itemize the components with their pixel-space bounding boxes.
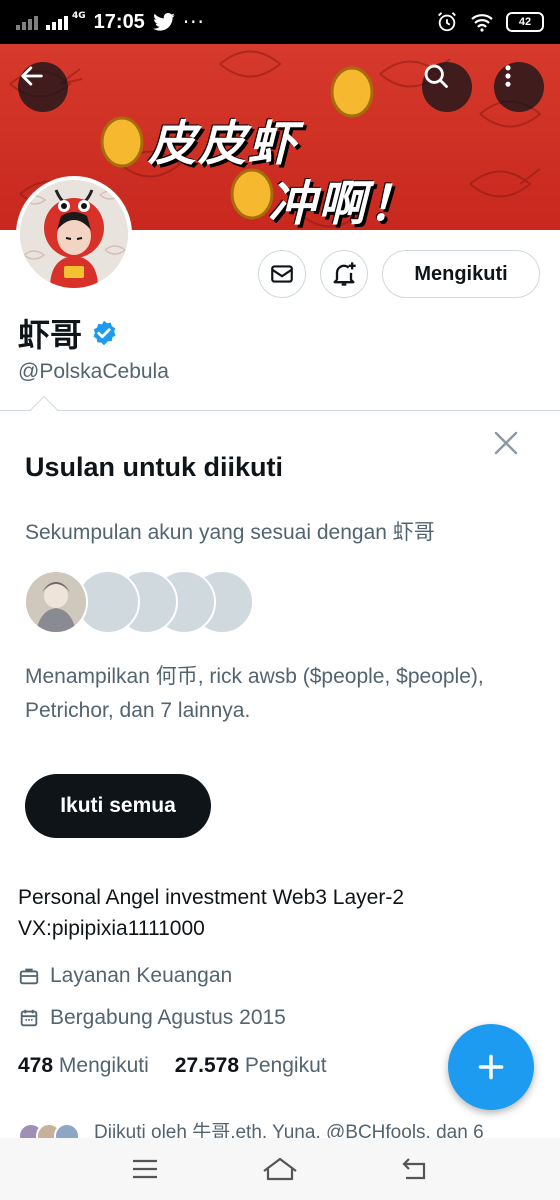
message-button[interactable] [258, 250, 306, 298]
more-vertical-icon [505, 65, 511, 87]
name-row: 虾哥 [18, 310, 118, 356]
arrow-left-icon [21, 66, 43, 86]
home-icon[interactable] [260, 1155, 300, 1183]
follow-all-button[interactable]: Ikuti semua [25, 774, 211, 838]
category-label: Layanan Keuangan [50, 964, 233, 987]
banner-text-line2: 冲啊！ [268, 176, 419, 230]
username-handle: @PolskaCebula [18, 360, 169, 383]
bio-line: VX:pipipixia1111000 [18, 917, 205, 940]
suggestion-pointer [29, 395, 59, 425]
back-button[interactable] [18, 62, 68, 112]
join-date: Bergabung Agustus 2015 [18, 1006, 286, 1030]
following-button[interactable]: Mengikuti [382, 250, 540, 298]
suggested-avatar [24, 570, 88, 634]
display-name: 虾哥 [18, 316, 83, 354]
following-count: 478 [18, 1054, 54, 1077]
profile-bio: Personal Angel investment Web3 Layer-2 V… [18, 882, 518, 944]
compose-tweet-button[interactable] [448, 1024, 534, 1110]
section-divider [0, 410, 560, 411]
avatar-image [20, 180, 128, 288]
follow-stats: 478 Mengikuti 27.578 Pengikut [18, 1054, 327, 1078]
search-button[interactable] [422, 62, 472, 112]
twitter-bird-icon [153, 13, 175, 31]
bio-line: Personal Angel investment Web3 Layer-2 [18, 886, 404, 909]
more-options-button[interactable] [494, 62, 544, 112]
join-date-label: Bergabung Agustus 2015 [50, 1006, 286, 1029]
suggestions-subtitle: Sekumpulan akun yang sesuai dengan 虾哥 [25, 521, 435, 544]
close-suggestions-icon[interactable] [490, 427, 522, 459]
envelope-icon [271, 265, 293, 283]
search-icon [424, 64, 448, 88]
network-type: 4G [72, 11, 86, 21]
signal-icon [16, 14, 38, 30]
alarm-icon [438, 12, 456, 32]
more-notifications-icon: ··· [182, 10, 205, 34]
suggested-avatars[interactable] [24, 570, 254, 634]
plus-icon [478, 1054, 504, 1080]
followers-stat[interactable]: 27.578 Pengikut [175, 1054, 327, 1078]
profile-category: Layanan Keuangan [18, 964, 232, 988]
following-label: Mengikuti [58, 1054, 149, 1077]
profile-avatar[interactable] [16, 176, 132, 292]
followers-count: 27.578 [174, 1054, 240, 1077]
back-nav-icon[interactable] [400, 1156, 430, 1182]
followers-label: Pengikut [244, 1054, 327, 1077]
status-time: 17:05 [93, 10, 145, 33]
status-bar: 4G 17:05 ··· 42 [0, 0, 560, 44]
suggestions-description: Menampilkan 何币, rick awsb ($people, $peo… [25, 665, 484, 722]
signal-4g-icon [46, 14, 68, 30]
calendar-icon [20, 1009, 38, 1027]
system-navigation-bar [0, 1138, 560, 1200]
suggestions-title: Usulan untuk diikuti [25, 452, 284, 482]
battery-icon: 42 [506, 12, 544, 32]
bell-plus-icon [333, 262, 356, 286]
verified-badge-icon[interactable] [90, 319, 118, 347]
following-stat[interactable]: 478 Mengikuti [18, 1054, 149, 1078]
wifi-icon [471, 14, 493, 32]
notification-subscribe-button[interactable] [320, 250, 368, 298]
menu-icon[interactable] [130, 1157, 160, 1181]
briefcase-icon [19, 968, 39, 985]
